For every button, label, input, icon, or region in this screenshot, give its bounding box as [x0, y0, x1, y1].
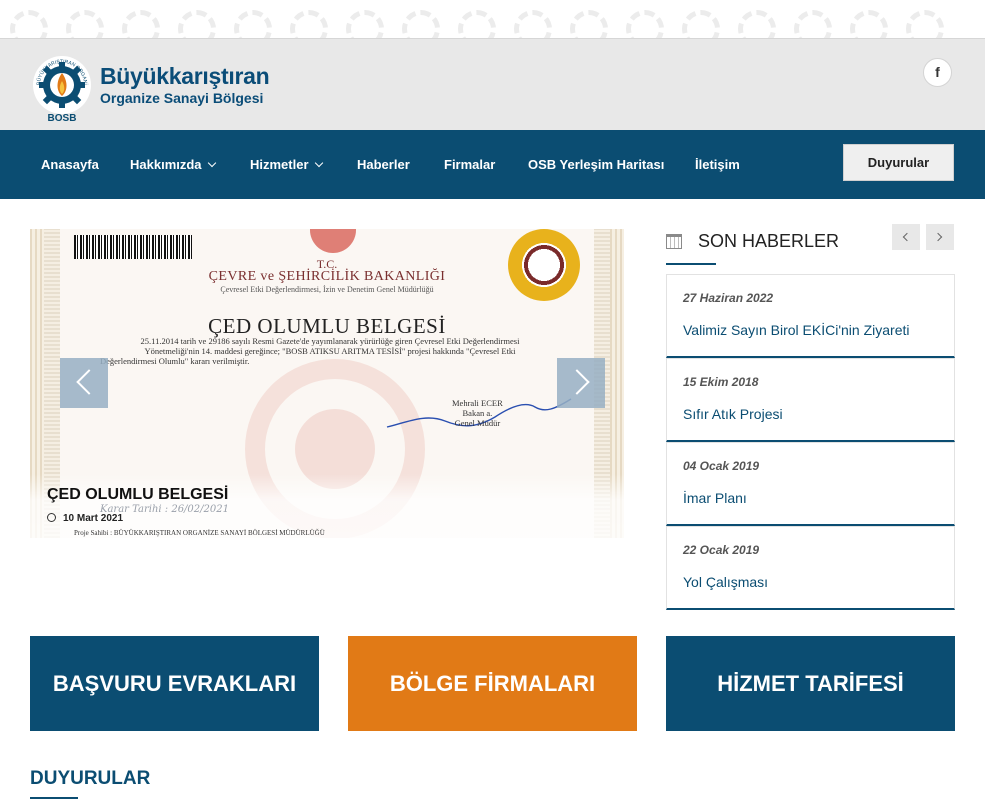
- news-title-underline: [666, 263, 716, 265]
- pattern-ring: [178, 10, 216, 38]
- news-date: 15 Ekim 2018: [683, 375, 759, 389]
- main-nav: Anasayfa Hakkımızda Hizmetler Haberler F…: [0, 130, 985, 199]
- pattern-ring: [402, 10, 440, 38]
- news-date: 27 Haziran 2022: [683, 291, 774, 305]
- chevron-left-icon: [76, 369, 102, 395]
- pattern-ring: [346, 10, 384, 38]
- pattern-ring: [122, 10, 160, 38]
- pattern-ring: [738, 10, 776, 38]
- slide-title[interactable]: ÇED OLUMLU BELGESİ: [47, 486, 228, 504]
- chevron-right-icon: [564, 369, 590, 395]
- news-slider[interactable]: T.C. ÇEVRE ve ŞEHİRCİLİK BAKANLIĞI Çevre…: [30, 229, 624, 538]
- news-date: 04 Ocak 2019: [683, 459, 760, 473]
- pattern-ring: [514, 10, 552, 38]
- tile-basvuru-evraklari[interactable]: BAŞVURU EVRAKLARI: [30, 636, 319, 731]
- pattern-ring: [682, 10, 720, 38]
- pattern-ring: [626, 10, 664, 38]
- tile-hizmet-tarifesi[interactable]: HİZMET TARİFESİ: [666, 636, 955, 731]
- top-pattern-strip: [0, 0, 985, 38]
- announcements-underline: [30, 797, 78, 799]
- announcements-button[interactable]: Duyurular: [843, 144, 954, 181]
- certificate-body: 25.11.2014 tarih ve 29186 sayılı Resmi G…: [100, 336, 520, 366]
- pattern-ring: [906, 10, 944, 38]
- pattern-ring: [290, 10, 328, 38]
- news-list: 27 Haziran 2022 Valimiz Sayın Birol EKİC…: [666, 274, 955, 610]
- slide-date: 10 Mart 2021: [47, 512, 123, 524]
- certificate-department: Çevresel Etki Değerlendirmesi, İzin ve D…: [220, 285, 434, 294]
- bosb-logo-icon[interactable]: BÜYÜKKARIŞTIRAN ORGANİZE SANAYİ BOSB: [30, 51, 94, 123]
- pattern-ring: [234, 10, 272, 38]
- nav-item-haberler[interactable]: Haberler: [357, 130, 410, 199]
- chevron-left-icon: [902, 232, 912, 242]
- pattern-ring: [66, 10, 104, 38]
- site-header: BÜYÜKKARIŞTIRAN ORGANİZE SANAYİ BOSB Büy…: [0, 38, 985, 130]
- chevron-right-icon: [933, 232, 943, 242]
- certificate-footer: Proje Sahibi : BÜYÜKKARIŞTIRAN ORGANİZE …: [74, 529, 325, 537]
- news-link[interactable]: İmar Planı: [683, 490, 747, 506]
- news-list-item[interactable]: 04 Ocak 2019 İmar Planı: [666, 442, 955, 526]
- news-link[interactable]: Yol Çalışması: [683, 574, 768, 590]
- certificate-signer: Mehrali ECER Bakan a. Genel Müdür: [452, 398, 503, 428]
- calendar-icon: [666, 234, 682, 249]
- nav-item-firmalar[interactable]: Firmalar: [444, 130, 495, 199]
- news-date: 22 Ocak 2019: [683, 543, 760, 557]
- nav-item-anasayfa[interactable]: Anasayfa: [41, 130, 99, 199]
- slider-prev-button[interactable]: [60, 358, 108, 408]
- slider-next-button[interactable]: [557, 358, 605, 408]
- chevron-down-icon: [314, 158, 323, 168]
- barcode-icon: [74, 235, 192, 259]
- news-next-button[interactable]: [926, 224, 954, 250]
- news-list-item[interactable]: 27 Haziran 2022 Valimiz Sayın Birol EKİC…: [666, 274, 955, 358]
- news-link[interactable]: Sıfır Atık Projesi: [683, 406, 783, 422]
- chevron-down-icon: [207, 158, 216, 168]
- facebook-icon[interactable]: f: [923, 58, 952, 87]
- announcements-title: DUYURULAR: [30, 768, 151, 789]
- pattern-ring: [10, 10, 48, 38]
- brand-subtitle[interactable]: Organize Sanayi Bölgesi: [100, 90, 263, 106]
- nav-item-hakkimizda[interactable]: Hakkımızda: [130, 130, 216, 199]
- news-list-item[interactable]: 22 Ocak 2019 Yol Çalışması: [666, 526, 955, 610]
- news-list-item[interactable]: 15 Ekim 2018 Sıfır Atık Projesi: [666, 358, 955, 442]
- clock-icon: [47, 513, 56, 522]
- pattern-ring: [570, 10, 608, 38]
- pattern-ring: [458, 10, 496, 38]
- pattern-ring: [850, 10, 888, 38]
- pattern-ring: [794, 10, 832, 38]
- nav-item-iletisim[interactable]: İletişim: [695, 130, 740, 199]
- tile-bolge-firmalari[interactable]: BÖLGE FİRMALARI: [348, 636, 637, 731]
- brand-title[interactable]: Büyükkarıştıran: [100, 63, 270, 90]
- nav-item-osb-map[interactable]: OSB Yerleşim Haritası: [528, 130, 664, 199]
- nav-item-hizmetler[interactable]: Hizmetler: [250, 130, 323, 199]
- certificate-ministry: ÇEVRE ve ŞEHİRCİLİK BAKANLIĞI: [208, 269, 446, 284]
- logo-text: BOSB: [48, 113, 77, 123]
- news-section-title: SON HABERLER: [698, 231, 840, 251]
- news-prev-button[interactable]: [892, 224, 920, 250]
- news-link[interactable]: Valimiz Sayın Birol EKİCi'nin Ziyareti: [683, 322, 909, 338]
